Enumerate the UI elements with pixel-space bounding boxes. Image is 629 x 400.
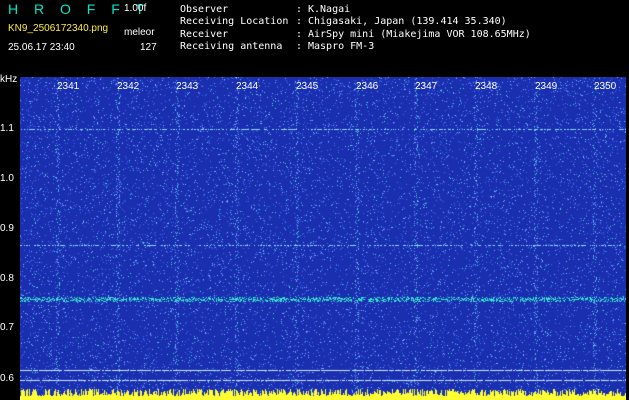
metadata-colon: : [296,16,303,28]
time-tick-label: 2347 [415,81,438,92]
spectrogram-canvas [20,77,626,400]
time-tick-label: 2341 [57,81,80,92]
metadata-colon: : [296,4,303,15]
y-tick-label: 0.9 [0,223,14,234]
metadata-row-receiver: Receiver: AirSpy mini (Miakejima VOR 108.… [180,29,531,41]
waterfall-plot [20,77,626,400]
metadata-key: Receiving antenna [180,40,283,52]
metadata-row-location: Receiving Location: Chigasaki, Japan (139… [180,16,531,28]
time-tick-label: 2342 [117,81,140,92]
y-tick-label: 1.0 [0,173,14,184]
y-axis-unit: kHz [0,74,18,85]
time-tick-label: 2346 [356,81,379,92]
time-tick-label: 2345 [296,81,319,92]
y-tick-label: 0.6 [0,373,14,384]
time-tick-label: 2349 [535,81,558,92]
y-tick-label: 0.7 [0,322,14,333]
metadata-colon: : [296,40,303,52]
time-tick-label: 2344 [236,81,259,92]
metadata-table: Observer: K.Nagai Receiving Location: Chig… [180,4,531,53]
metadata-value: Chigasaki, Japan (139.414 35.340) [308,16,507,28]
header: H R O F F T 1.00f KN9_2506172340.png mel… [0,0,629,75]
time-tick-label: 2350 [594,81,617,92]
timestamp-label: 25.06.17 23:40 [8,42,75,53]
y-tick-label: 0.8 [0,273,14,284]
metadata-key: Receiver [180,28,229,40]
metadata-value: Maspro FM-3 [308,40,375,52]
metadata-row-observer: Observer: K.Nagai [180,4,531,16]
filename-label: KN9_2506172340.png [8,23,109,34]
metadata-key: Receiving Location [180,16,289,28]
version-label: 1.00f [124,3,147,14]
site-label: meleor [124,27,155,38]
metadata-value: K.Nagai [308,4,351,15]
time-tick-label: 2343 [176,81,199,92]
count-label: 127 [140,42,157,53]
metadata-key: Observer [180,4,229,15]
metadata-colon: : [296,28,303,40]
y-tick-label: 1.1 [0,123,14,134]
time-tick-label: 2348 [475,81,498,92]
metadata-value: AirSpy mini (Miakejima VOR 108.65MHz) [308,28,531,40]
metadata-row-antenna: Receiving antenna: Maspro FM-3 [180,41,531,53]
